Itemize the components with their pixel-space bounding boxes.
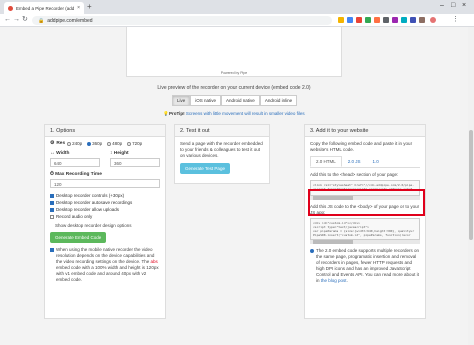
extension-icon[interactable] [374,17,380,23]
checkbox-controls[interactable]: Desktop recorder controls (+30px) [50,192,160,199]
show-design-options-link[interactable]: Show desktop recorder design options [55,223,160,229]
test-panel: 2. Test it out Send a page with the reco… [174,124,270,184]
back-icon[interactable]: ← [4,16,11,24]
checkbox-autosave[interactable]: Desktop recorder autosave recordings [50,199,160,206]
url-text: addpipe.com/embed [47,17,93,24]
tab-1-0[interactable]: 1.0 [367,156,385,167]
width-input[interactable]: 640 [50,158,100,167]
tab-title: Embed a Pipe Recorder (addpip… [16,5,75,11]
extension-icon[interactable] [419,17,425,23]
extension-icon[interactable] [401,17,407,23]
embed-tabs: 2.0 HTML 2.0 JS 1.0 [310,156,420,168]
scrollbar-thumb[interactable] [469,130,473,240]
menu-icon[interactable]: ⋮ [452,16,459,24]
close-window-icon[interactable]: × [462,2,466,10]
live-button[interactable]: Live [172,95,191,106]
res-360p-radio[interactable]: 360p [87,141,102,146]
device-button-group: Live iOS native Android native Android i… [172,95,298,106]
height-input[interactable]: 360 [110,158,160,167]
res-720p-radio[interactable]: 720p [127,141,142,146]
body-code-scrollbar[interactable] [310,240,420,244]
protip-label: ProTip! [168,111,185,116]
highlight-box [308,189,425,216]
info-icon [310,249,314,253]
max-time-label: ⏱ Max Recording Time [50,172,102,177]
close-tab-icon[interactable]: × [77,5,80,11]
width-label: ↔ Width [50,151,70,156]
add-intro: Copy the following embed code and paste … [310,141,413,152]
mobile-note: When using the mobile native recorder th… [50,247,160,283]
head-label: Add this to the <head> section of your p… [310,172,399,177]
android-inline-button[interactable]: Android inline [259,95,298,106]
forward-icon[interactable]: → [13,16,20,24]
tab-2-0-html[interactable]: 2.0 HTML [310,156,342,167]
reload-icon[interactable]: ↻ [22,16,28,24]
live-preview-text: Live preview of the recorder on your cur… [157,85,311,91]
protip-text: Screens with little movement will result… [184,111,305,116]
max-time-input[interactable]: 120 [50,179,160,188]
height-label: ↕ Height [110,151,129,156]
note-icon [50,248,54,252]
tab-2-0-js[interactable]: 2.0 JS [342,156,367,167]
recorder-preview[interactable] [126,27,342,77]
extension-icon[interactable] [410,17,416,23]
embed-info: The 2.0 embed code supports multiple rec… [310,248,420,284]
extension-icon[interactable] [347,17,353,23]
add-to-website-panel: 3. Add it to your website Copy the follo… [304,124,426,319]
res-240p-radio[interactable]: 240p [67,141,82,146]
options-panel: 1. Options ⚙ Res 240p 360p 480p 720p ↔ W… [44,124,166,319]
res-label: Res [56,141,66,146]
ios-native-button[interactable]: iOS native [190,95,222,106]
powered-by-link[interactable]: Powered by Pipe [126,71,342,75]
browser-tab[interactable]: Embed a Pipe Recorder (addpip… × [4,2,84,14]
new-tab-button[interactable]: + [87,3,92,11]
generate-embed-code-button[interactable]: Generate Embed Code [50,232,107,243]
checkbox-audio-only[interactable]: Record audio only [50,213,160,220]
android-native-button[interactable]: Android native [221,95,260,106]
extension-icon[interactable] [356,17,362,23]
address-bar[interactable]: 🔒 addpipe.com/embed [32,16,332,25]
options-title: 1. Options [45,125,165,137]
checkbox-uploads[interactable]: Desktop recorder allow uploads [50,206,160,213]
body-code-box[interactable]: <div id="custom-id"></div> <script type=… [310,218,420,240]
test-title: 2. Test it out [175,125,269,137]
favicon-icon [8,5,13,11]
protip: 💡ProTip! Screens with little movement wi… [126,111,342,117]
lock-icon: 🔒 [38,17,45,24]
test-description: Send a page with the recorder embedded t… [180,141,263,158]
profile-avatar[interactable] [430,17,436,23]
minimize-icon[interactable]: – [440,2,444,10]
add-title: 3. Add it to your website [305,125,425,137]
extension-icon[interactable] [338,17,344,23]
res-icon: ⚙ [50,141,55,146]
generate-test-page-button[interactable]: Generate Test Page [180,163,230,174]
blog-post-link[interactable]: the blog post [321,278,347,283]
res-480p-radio[interactable]: 480p [107,141,122,146]
extension-icon[interactable] [383,17,389,23]
extension-icon[interactable] [365,17,371,23]
maximize-icon[interactable]: □ [451,2,455,10]
extension-icon[interactable] [392,17,398,23]
